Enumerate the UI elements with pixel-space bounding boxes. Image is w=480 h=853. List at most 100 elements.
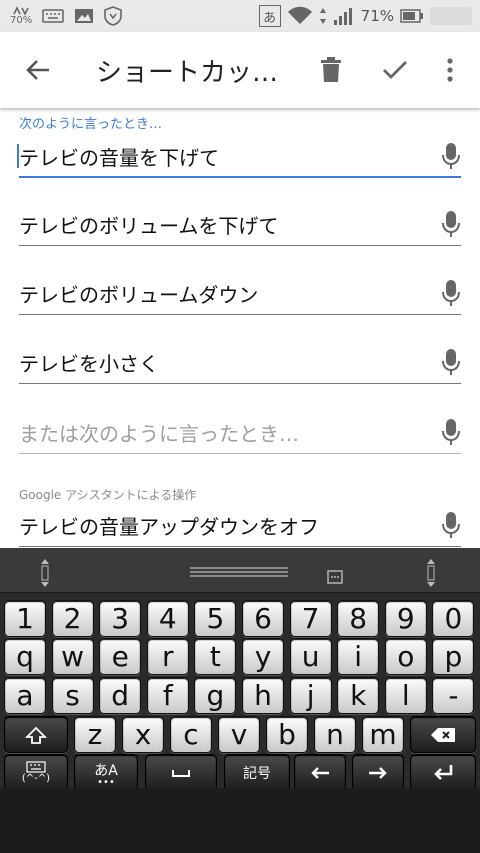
key-4[interactable]: 4	[146, 600, 189, 637]
key-label: 0	[444, 601, 463, 635]
key-i[interactable]: i	[337, 638, 380, 675]
key-label: e	[111, 639, 129, 673]
key-8[interactable]: 8	[337, 600, 380, 637]
key-label: c	[183, 717, 199, 751]
key-1[interactable]: 1	[4, 600, 46, 637]
key-6[interactable]: 6	[242, 600, 284, 637]
cursor-right-key[interactable]	[352, 754, 404, 791]
mic-button[interactable]	[441, 210, 461, 242]
right-resize-handle-icon[interactable]	[424, 558, 438, 588]
key-d[interactable]: d	[99, 677, 142, 714]
action-field[interactable]: テレビの音量アップダウンをオフ	[19, 511, 461, 547]
phrase-text[interactable]: テレビのボリュームを下げて	[19, 210, 278, 239]
space-key[interactable]	[145, 754, 217, 791]
left-resize-handle-icon[interactable]	[38, 558, 52, 588]
back-button[interactable]	[18, 50, 58, 90]
mic-button[interactable]	[441, 348, 461, 380]
key-c[interactable]: c	[170, 716, 212, 753]
symbol-key[interactable]: 記号	[224, 754, 290, 791]
key-label: q	[16, 639, 34, 673]
key-3[interactable]: 3	[99, 600, 142, 637]
key-label: s	[65, 678, 80, 712]
phrase-text[interactable]: テレビのボリュームダウン	[19, 279, 258, 308]
phrase-text[interactable]: テレビの音量を下げて	[19, 142, 219, 171]
shift-key[interactable]	[4, 716, 68, 753]
emoji-switch-key[interactable]: (^-^)	[4, 754, 68, 791]
emoji-label: (^-^)	[21, 773, 51, 784]
key-p[interactable]: p	[432, 638, 475, 675]
key-j[interactable]: j	[289, 677, 332, 714]
key-a[interactable]: a	[4, 677, 46, 714]
microphone-icon	[442, 280, 460, 306]
key-label: f	[162, 678, 173, 712]
navigation-bar-area	[0, 788, 480, 853]
key-label: y	[254, 639, 272, 673]
key-z[interactable]: z	[74, 716, 116, 753]
key-label: n	[326, 717, 344, 751]
field-underline	[19, 245, 461, 246]
action-text[interactable]: テレビの音量アップダウンをオフ	[19, 511, 319, 540]
signal-label: 70%	[10, 15, 33, 26]
key-t[interactable]: t	[194, 638, 237, 675]
key-w[interactable]: w	[51, 638, 94, 675]
new-phrase-field[interactable]: または次のように言ったとき…	[19, 418, 461, 454]
key-7[interactable]: 7	[289, 600, 332, 637]
key-label: z	[87, 717, 103, 751]
microphone-icon	[442, 512, 460, 538]
mic-button[interactable]	[441, 142, 461, 174]
key-2[interactable]: 2	[51, 600, 94, 637]
key-x[interactable]: x	[122, 716, 164, 753]
field-underline	[19, 453, 461, 454]
phrase-field-2[interactable]: テレビのボリュームを下げて	[19, 210, 461, 246]
input-mode-key[interactable]: あA •••	[74, 754, 138, 791]
new-phrase-placeholder[interactable]: または次のように言ったとき…	[19, 418, 299, 447]
save-button[interactable]	[375, 50, 415, 90]
key-label: v	[230, 717, 248, 751]
key-r[interactable]: r	[146, 638, 189, 675]
key-label: r	[162, 639, 174, 673]
keyboard-menu-icon[interactable]	[327, 570, 343, 584]
microphone-icon	[442, 143, 460, 169]
backspace-icon	[431, 727, 455, 742]
phrase-field-4[interactable]: テレビを小さく	[19, 348, 461, 384]
app-bar: ショートカッ…	[0, 32, 480, 108]
microphone-icon	[442, 419, 460, 445]
mic-button[interactable]	[441, 511, 461, 543]
key-label: h	[254, 678, 272, 712]
key-b[interactable]: b	[266, 716, 308, 753]
backspace-key[interactable]	[410, 716, 476, 753]
key-u[interactable]: u	[289, 638, 332, 675]
cursor-left-key[interactable]	[294, 754, 346, 791]
key-f[interactable]: f	[146, 677, 189, 714]
key--[interactable]: -	[432, 677, 475, 714]
drag-handle-icon[interactable]	[190, 566, 288, 578]
key-5[interactable]: 5	[194, 600, 237, 637]
key-l[interactable]: l	[384, 677, 427, 714]
enter-key[interactable]	[410, 754, 476, 791]
key-g[interactable]: g	[194, 677, 237, 714]
software-keyboard: 1234567890 qwer tyuiop asdfghj kl - zxcvbnm…	[0, 548, 480, 791]
mic-button[interactable]	[441, 279, 461, 311]
key-label: p	[444, 639, 463, 673]
key-s[interactable]: s	[51, 677, 94, 714]
key-v[interactable]: v	[218, 716, 260, 753]
mic-button[interactable]	[441, 418, 461, 450]
key-e[interactable]: e	[99, 638, 142, 675]
microphone-icon	[442, 349, 460, 375]
key-m[interactable]: m	[362, 716, 404, 753]
key-y[interactable]: y	[242, 638, 284, 675]
key-0[interactable]: 0	[432, 600, 475, 637]
key-o[interactable]: o	[384, 638, 427, 675]
more-options-button[interactable]	[430, 50, 470, 90]
key-n[interactable]: n	[314, 716, 356, 753]
key-q[interactable]: q	[4, 638, 46, 675]
key-9[interactable]: 9	[384, 600, 427, 637]
delete-button[interactable]	[311, 50, 351, 90]
phrase-field-1[interactable]: テレビの音量を下げて	[17, 142, 461, 178]
phrase-field-3[interactable]: テレビのボリュームダウン	[19, 279, 461, 315]
key-h[interactable]: h	[242, 677, 284, 714]
key-label: m	[369, 717, 397, 751]
field-underline	[19, 383, 461, 384]
key-k[interactable]: k	[337, 677, 380, 714]
phrase-text[interactable]: テレビを小さく	[19, 348, 159, 377]
